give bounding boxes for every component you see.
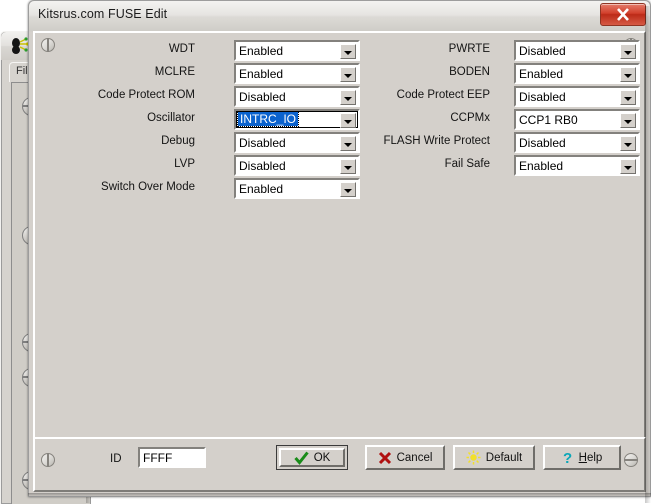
field-label-oscillator: Oscillator [55,112,195,124]
combo-pwrte[interactable]: Disabled [514,40,640,61]
combo-value-boden: Enabled [519,67,563,81]
chevron-down-icon[interactable] [620,113,636,128]
combo-value-mclre: Enabled [239,67,283,81]
default-button-label: Default [486,452,522,464]
combo-debug[interactable]: Disabled [234,132,360,153]
field-row-debug: Debug Disabled [90,132,330,153]
field-row-lvp: LVP Disabled [90,155,330,176]
combo-value-lvp: Disabled [239,159,286,173]
dialog-bottom-shadow [28,493,651,497]
svg-text:?: ? [563,450,572,465]
combo-value-wdt: Enabled [239,44,283,58]
field-label-boden: BODEN [345,66,490,78]
dialog-footer: ID OK Cancel [33,437,646,492]
combo-code-protect-rom[interactable]: Disabled [234,86,360,107]
field-label-ccpmx: CCPMx [345,112,490,124]
field-row-switch-over-mode: Switch Over Mode Enabled [90,178,330,199]
combo-fail-safe[interactable]: Enabled [514,155,640,176]
combo-switch-over-mode[interactable]: Enabled [234,178,360,199]
chevron-down-icon[interactable] [340,182,356,197]
field-row-boden: BODEN Enabled [365,63,625,84]
field-row-wdt: WDT Enabled [90,40,330,61]
cancel-button[interactable]: Cancel [365,445,445,470]
combo-mclre[interactable]: Enabled [234,63,360,84]
field-row-pwrte: PWRTE Disabled [365,40,625,61]
help-button-rest: elp [587,452,602,464]
chevron-down-icon[interactable] [620,136,636,151]
help-button-label: Help [579,452,603,464]
combo-value-pwrte: Disabled [519,44,566,58]
field-label-mclre: MCLRE [55,66,195,78]
field-row-code-protect-rom: Code Protect ROM Disabled [90,86,330,107]
combo-code-protect-eep[interactable]: Disabled [514,86,640,107]
x-mark-icon [378,451,392,465]
field-row-fail-safe: Fail Safe Enabled [365,155,625,176]
chevron-down-icon[interactable] [620,44,636,59]
chevron-down-icon[interactable] [620,90,636,105]
field-label-wdt: WDT [55,43,195,55]
cancel-button-label: Cancel [397,452,433,464]
field-label-fail-safe: Fail Safe [345,158,490,170]
combo-value-code-protect-rom: Disabled [239,90,286,104]
dialog-title: Kitsrus.com FUSE Edit [38,7,167,21]
question-mark-icon: ? [562,450,574,465]
fuse-edit-dialog: Kitsrus.com FUSE Edit WDT Enabled MCLRE … [28,0,651,497]
field-label-pwrte: PWRTE [345,43,490,55]
field-label-lvp: LVP [55,158,195,170]
resize-knob-top-left[interactable] [41,38,55,52]
dialog-titlebar[interactable]: Kitsrus.com FUSE Edit [28,0,651,31]
combo-flash-write-protect[interactable]: Disabled [514,132,640,153]
help-button-accelerator: H [579,452,587,464]
id-input[interactable] [138,447,206,468]
field-row-oscillator: Oscillator INTRC_IO [90,109,330,130]
field-row-ccpmx: CCPMx CCP1 RB0 [365,109,625,130]
field-label-code-protect-eep: Code Protect EEP [345,89,490,101]
dialog-right-shadow [645,6,651,503]
field-row-flash-write-protect: FLASH Write Protect Disabled [365,132,625,153]
combo-value-oscillator: INTRC_IO [238,112,298,126]
dialog-client-area: WDT Enabled MCLRE Enabled Code Protect R… [33,31,646,465]
combo-value-flash-write-protect: Disabled [519,136,566,150]
field-row-code-protect-eep: Code Protect EEP Disabled [365,86,625,107]
close-button[interactable] [600,3,646,26]
chevron-down-icon[interactable] [620,67,636,82]
sun-icon [466,450,481,465]
combo-value-ccpmx: CCP1 RB0 [519,113,578,127]
default-button[interactable]: Default [453,445,535,470]
combo-value-fail-safe: Enabled [519,159,563,173]
combo-boden[interactable]: Enabled [514,63,640,84]
combo-value-switch-over-mode: Enabled [239,182,283,196]
resize-knob-bottom-left[interactable] [41,453,55,467]
combo-value-code-protect-eep: Disabled [519,90,566,104]
id-label: ID [110,453,122,465]
help-button[interactable]: ? Help [543,445,621,470]
combo-wdt[interactable]: Enabled [234,40,360,61]
combo-oscillator[interactable]: INTRC_IO [234,109,360,130]
field-row-mclre: MCLRE Enabled [90,63,330,84]
field-label-code-protect-rom: Code Protect ROM [55,89,195,101]
field-label-flash-write-protect: FLASH Write Protect [345,135,490,147]
close-icon [616,7,630,22]
combo-ccpmx[interactable]: CCP1 RB0 [514,109,640,130]
checkmark-icon [294,451,309,465]
field-label-switch-over-mode: Switch Over Mode [55,181,195,193]
ok-button[interactable]: OK [276,445,348,470]
combo-lvp[interactable]: Disabled [234,155,360,176]
combo-value-debug: Disabled [239,136,286,150]
chevron-down-icon[interactable] [620,159,636,174]
resize-knob-bottom-right[interactable] [624,453,638,467]
field-label-debug: Debug [55,135,195,147]
ok-button-label: OK [314,452,331,464]
